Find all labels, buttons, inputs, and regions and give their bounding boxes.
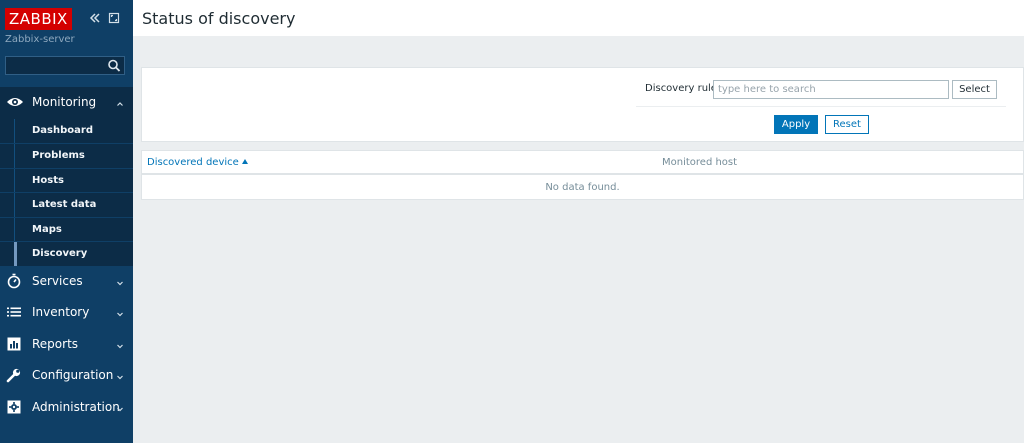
submenu-label: Discovery xyxy=(32,248,88,259)
menu-item-monitoring[interactable]: Monitoring xyxy=(0,87,133,119)
zabbix-logo[interactable]: ZABBIX xyxy=(5,8,72,30)
sidebar-search xyxy=(5,56,125,75)
main-menu: Monitoring Dashboard Problems Hosts Late… xyxy=(0,87,133,423)
chevron-down-icon xyxy=(116,370,124,380)
submenu-item-dashboard[interactable]: Dashboard xyxy=(0,118,133,143)
menu-item-administration[interactable]: Administration xyxy=(0,392,133,424)
chevron-up-icon xyxy=(116,97,124,106)
submenu-item-maps[interactable]: Maps xyxy=(0,216,133,241)
column-header-monitored-host: Monitored host xyxy=(662,157,738,168)
collapse-sidebar-icon[interactable] xyxy=(88,11,102,25)
chevron-down-icon xyxy=(116,307,124,317)
wrench-icon xyxy=(6,367,22,383)
gear-icon xyxy=(6,399,22,415)
apply-button[interactable]: Apply xyxy=(774,115,818,134)
submenu-label: Latest data xyxy=(32,199,97,210)
chevron-down-icon xyxy=(116,276,124,285)
sidebar-search-input[interactable] xyxy=(6,57,106,74)
submenu-item-hosts[interactable]: Hosts xyxy=(0,167,133,192)
stopwatch-icon xyxy=(6,273,22,289)
discovery-rule-label: Discovery rule xyxy=(645,83,717,94)
reset-button[interactable]: Reset xyxy=(825,115,869,134)
eye-icon xyxy=(6,94,23,110)
column-header-discovered-device[interactable]: Discovered device xyxy=(147,157,248,168)
bar-chart-icon xyxy=(6,336,22,352)
list-icon xyxy=(6,304,22,320)
filter-divider xyxy=(636,106,1006,107)
menu-item-reports[interactable]: Reports xyxy=(0,329,133,361)
menu-label-inventory: Inventory xyxy=(32,305,90,319)
table-header: Discovered device Monitored host xyxy=(142,151,1023,175)
submenu-label: Maps xyxy=(32,223,62,235)
no-data-message: No data found. xyxy=(545,182,620,193)
menu-label-monitoring: Monitoring xyxy=(32,95,97,109)
server-name: Zabbix-server xyxy=(5,34,75,45)
page-title: Status of discovery xyxy=(142,9,296,28)
monitoring-submenu: Dashboard Problems Hosts Latest data Map… xyxy=(0,118,133,266)
submenu-item-discovery[interactable]: Discovery xyxy=(0,241,133,266)
sort-asc-icon xyxy=(241,159,248,164)
menu-item-services[interactable]: Services xyxy=(0,266,133,298)
sidebar: ZABBIX Zabbix-server Monitoring Dashboar… xyxy=(0,0,133,443)
menu-label-administration: Administration xyxy=(32,399,120,414)
menu-label-services: Services xyxy=(32,273,83,288)
kiosk-mode-icon[interactable] xyxy=(107,11,121,25)
submenu-label: Problems xyxy=(32,150,85,161)
search-icon[interactable] xyxy=(106,58,122,73)
discovery-rule-input[interactable] xyxy=(713,80,949,99)
menu-item-inventory[interactable]: Inventory xyxy=(0,297,133,329)
select-button[interactable]: Select xyxy=(952,80,997,99)
logo-row: ZABBIX xyxy=(5,8,125,30)
column-label: Discovered device xyxy=(147,157,239,168)
discovery-table: Discovered device Monitored host No data… xyxy=(141,150,1024,200)
chevron-down-icon xyxy=(116,402,124,411)
page-header: Status of discovery xyxy=(133,0,1024,36)
submenu-label: Dashboard xyxy=(32,124,93,136)
menu-label-configuration: Configuration xyxy=(32,368,114,382)
filter-panel: Discovery rule Select Apply Reset xyxy=(141,67,1024,142)
submenu-item-problems[interactable]: Problems xyxy=(0,143,133,168)
submenu-label: Hosts xyxy=(32,174,64,186)
menu-label-reports: Reports xyxy=(32,336,79,351)
menu-item-configuration[interactable]: Configuration xyxy=(0,360,133,392)
chevron-down-icon xyxy=(116,339,124,348)
submenu-item-latest-data[interactable]: Latest data xyxy=(0,192,133,217)
